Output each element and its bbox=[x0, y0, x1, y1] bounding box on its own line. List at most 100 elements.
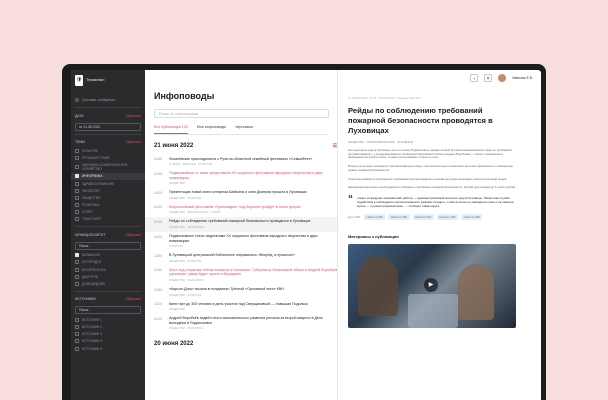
chip[interactable]: Новости 360 bbox=[388, 213, 410, 221]
feed-item[interactable]: 14:15 Рейды по соблюдению требований пожа… bbox=[145, 216, 337, 232]
date-reset[interactable]: Сбросить bbox=[126, 114, 141, 118]
avatar[interactable] bbox=[498, 74, 507, 82]
topic-item[interactable]: ЗДРАВООХРАНЕНИЕ bbox=[71, 180, 145, 187]
play-icon[interactable]: ▶ bbox=[424, 278, 438, 293]
checkbox[interactable] bbox=[75, 174, 79, 179]
user-name[interactable]: Иванова Е.В. bbox=[512, 76, 533, 80]
munic-label: БОГОРОДСК bbox=[82, 260, 102, 265]
topic-item[interactable]: ИНФОРМИКА bbox=[71, 172, 145, 180]
checkbox[interactable] bbox=[75, 253, 79, 258]
source-item[interactable]: ИСТОЧНИК 4 bbox=[71, 338, 145, 345]
sources-reset[interactable]: Сбросить bbox=[126, 297, 141, 301]
checkbox[interactable] bbox=[75, 195, 79, 200]
date-input[interactable]: от 21.06.2022 bbox=[75, 122, 141, 131]
feed-item[interactable]: 14:40 Лихачёвские присоединятся к Руза на… bbox=[154, 154, 337, 169]
feed-item[interactable]: 14:35 Подмосковные ст. кипы представили X… bbox=[154, 169, 337, 188]
source-item[interactable]: ИСТОЧНИК 5 bbox=[71, 345, 145, 352]
feed-item[interactable]: 13:30 «Кирсон-Дочь» вышла в полуфинал Трё… bbox=[154, 285, 337, 300]
munic-search-input[interactable]: Поиск bbox=[75, 241, 141, 250]
chip[interactable]: Новости 360 bbox=[363, 213, 386, 221]
feed-panel: Инфоповоды Поиск по инфоповодам Все публ… bbox=[145, 70, 338, 400]
filter-icon[interactable]: ☰ bbox=[333, 143, 337, 149]
checkbox[interactable] bbox=[75, 260, 79, 265]
checkbox[interactable] bbox=[75, 181, 79, 186]
topic-item[interactable]: ЭКОЛОГИЯ bbox=[71, 187, 145, 194]
checkbox[interactable] bbox=[75, 148, 79, 153]
checkbox[interactable] bbox=[75, 188, 79, 193]
sidebar-header: 🛡 Терминал bbox=[71, 70, 145, 96]
munic-label: ВОСКРЕСЕНСК bbox=[82, 267, 106, 272]
source-item[interactable]: ИСТОЧНИК 1 bbox=[71, 316, 145, 323]
feed-tabs: Все публикации 128 Мои инфоповоды Чернов… bbox=[154, 123, 329, 135]
feed-item-title: «Кирсон-Дочь» вышла в полуфинал Трёхной … bbox=[169, 287, 284, 292]
add-button[interactable]: + bbox=[470, 74, 479, 82]
chips-label: Для СМИ: bbox=[348, 215, 361, 220]
tab-all[interactable]: Все публикации 128 bbox=[154, 123, 188, 134]
feed-item-time: 14:25 bbox=[154, 190, 162, 195]
topic-item[interactable]: СПОРТ bbox=[71, 209, 145, 216]
checkbox[interactable] bbox=[75, 203, 79, 208]
sources-search-input[interactable]: Поиск bbox=[75, 306, 141, 315]
checkbox[interactable] bbox=[75, 332, 79, 337]
feed-item[interactable]: 14:25 Презентация новой книги алтарнаа Ше… bbox=[154, 188, 337, 203]
feed-item-time: 14:15 bbox=[154, 219, 162, 224]
feed-search-input[interactable]: Поиск по инфоповодам bbox=[154, 109, 329, 118]
checkbox[interactable] bbox=[75, 324, 79, 329]
date-heading: 20 июня 2022 bbox=[154, 341, 337, 347]
chip[interactable]: Новости 360 bbox=[412, 213, 434, 221]
date-heading-text: 21 июня 2022 bbox=[154, 143, 194, 149]
munic-item[interactable]: ВОСКРЕСЕНСК bbox=[71, 266, 145, 273]
article-panel: + Иванова Е.В. 21 ИЮНЯ 2022, 14:15 · ИСТ… bbox=[338, 70, 541, 400]
checkbox[interactable] bbox=[75, 165, 79, 170]
munic-item[interactable]: ДОМОДЕДОВО bbox=[71, 280, 145, 287]
topic-item[interactable]: ЖИЛИЩНО-КОММУНАЛЬНОЕ ХОЗЯЙСТВО bbox=[71, 162, 145, 173]
feed-item[interactable]: 13:10 Андрей Воробьёв подвёл итоги эконом… bbox=[154, 314, 337, 333]
munic-item[interactable]: БОГОРОДСК bbox=[71, 259, 145, 266]
source-item[interactable]: ИСТОЧНИК 2 bbox=[71, 323, 145, 330]
topics-section: ТЕМЫ Сбросить bbox=[71, 137, 145, 147]
topic-item[interactable]: ПРОИСШЕСТВИЯ bbox=[71, 154, 145, 161]
urgent-messages[interactable]: Срочные сообщения bbox=[71, 96, 145, 104]
source-label: ИСТОЧНИК 4 bbox=[82, 339, 102, 344]
feed-item-time: 14:00 bbox=[154, 234, 162, 239]
feed-item-title: Рейды по соблюдению требований пожарной … bbox=[169, 219, 311, 224]
checkbox[interactable] bbox=[75, 217, 79, 222]
feed-item[interactable]: 13:20 Киев тарт до 300 человек в день уча… bbox=[154, 299, 337, 314]
video-thumbnail[interactable]: ▶ bbox=[348, 244, 516, 329]
checkbox[interactable] bbox=[75, 346, 79, 351]
chip[interactable]: Новости 360 bbox=[436, 213, 459, 221]
tab-mine[interactable]: Мои инфоповоды bbox=[197, 123, 226, 134]
checkbox[interactable] bbox=[75, 317, 79, 322]
topics-list: КУЛЬТУРА ПРОИСШЕСТВИЯ ЖИЛИЩНО-КОММУНАЛЬН… bbox=[71, 147, 145, 223]
checkbox[interactable] bbox=[75, 339, 79, 344]
topics-reset[interactable]: Сбросить bbox=[126, 140, 141, 144]
feed-item[interactable]: 14:00 Подмосковные стали лауреатами XX ок… bbox=[154, 232, 337, 251]
checkbox[interactable] bbox=[75, 274, 79, 279]
topic-item[interactable]: ПОЛИТИКА bbox=[71, 202, 145, 209]
tab-drafts[interactable]: Черновики bbox=[235, 123, 253, 134]
bell-icon[interactable] bbox=[484, 74, 493, 82]
feed-item[interactable]: 14:20 Всероссийский фестиваль «Гриновадия… bbox=[154, 202, 337, 217]
feed-item-meta: ОБЩЕСТВО bbox=[169, 307, 186, 312]
feed-item-title: Андрей Воробьёв подвёл итоги экономическ… bbox=[169, 316, 323, 325]
topic-label: ЭКОЛОГИЯ bbox=[82, 188, 100, 193]
feed-item[interactable]: 13:40 Мост под открытым небом появится в … bbox=[154, 265, 337, 284]
feed-item-title: Киев тарт до 300 человек в день участие … bbox=[169, 301, 308, 306]
topic-item[interactable]: ОБЩЕСТВО bbox=[71, 194, 145, 201]
topic-item[interactable]: ТРАНСПОРТ bbox=[71, 216, 145, 223]
checkbox[interactable] bbox=[75, 282, 79, 286]
checkbox[interactable] bbox=[75, 210, 79, 215]
munic-item[interactable]: ДМИТРОВ bbox=[71, 273, 145, 280]
checkbox[interactable] bbox=[75, 155, 79, 160]
topic-label: ТРАНСПОРТ bbox=[82, 217, 102, 222]
source-item[interactable]: ИСТОЧНИК 3 bbox=[71, 331, 145, 338]
topic-label: ИНФОРМИКА bbox=[82, 174, 103, 179]
chip[interactable]: Новости 360 bbox=[461, 213, 483, 221]
checkbox[interactable] bbox=[75, 267, 79, 272]
top-bar: + Иванова Е.В. bbox=[470, 74, 533, 82]
munic-reset[interactable]: Сбросить bbox=[126, 233, 141, 237]
topic-item[interactable]: КУЛЬТУРА bbox=[71, 147, 145, 154]
munic-item[interactable]: БАЛАШИХА bbox=[71, 252, 145, 259]
feed-item-time: 13:10 bbox=[154, 316, 162, 321]
feed-item[interactable]: 13:50 В Луховицкой центральной библиотеке… bbox=[154, 251, 337, 266]
